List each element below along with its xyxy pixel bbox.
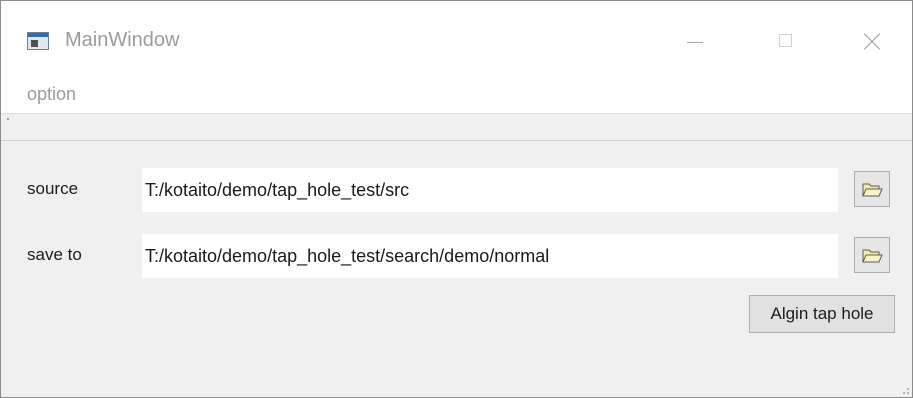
menu-option[interactable]: option [27, 84, 76, 105]
source-path-input[interactable] [142, 168, 838, 212]
align-tap-hole-button[interactable]: Algin tap hole [749, 295, 895, 333]
menu-bar: option [1, 75, 912, 113]
close-icon[interactable] [853, 26, 893, 58]
main-window: MainWindow option source save to Algin t… [0, 0, 913, 398]
toolbar [1, 113, 912, 141]
folder-open-icon [862, 183, 883, 197]
toolbar-grip-icon[interactable] [7, 118, 9, 120]
browse-source-button[interactable] [854, 171, 890, 207]
window-title: MainWindow [65, 29, 180, 51]
title-bar[interactable]: MainWindow [1, 1, 912, 75]
source-label: source [27, 179, 79, 198]
minimize-icon[interactable] [677, 26, 717, 58]
folder-open-icon [862, 249, 883, 263]
browse-save-to-button[interactable] [854, 237, 890, 273]
save-to-label: save to [27, 245, 82, 264]
app-window-icon [27, 32, 49, 50]
maximize-icon[interactable] [765, 26, 805, 58]
resize-grip-icon[interactable] [898, 383, 910, 395]
save-to-path-input[interactable] [142, 234, 838, 278]
